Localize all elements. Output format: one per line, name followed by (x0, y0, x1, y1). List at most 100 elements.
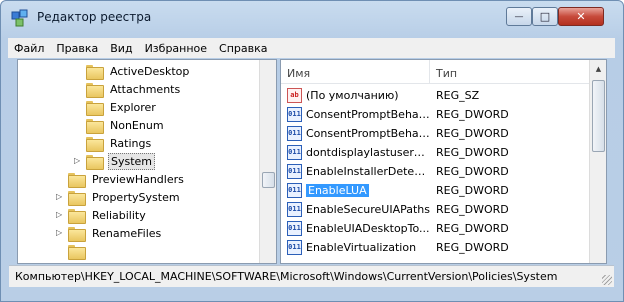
value-type: REG_DWORD (436, 184, 509, 197)
folder-icon (68, 172, 86, 188)
list-item[interactable]: 011 EnableVirtualization REG_DWORD (281, 238, 591, 257)
minimize-icon: — (514, 11, 524, 22)
registry-path: Компьютер\HKEY_LOCAL_MACHINE\SOFTWARE\Mi… (15, 270, 558, 283)
tree-item-label: RenameFiles (92, 226, 162, 240)
list-item[interactable]: 011 ConsentPromptBehav... REG_DWORD (281, 124, 591, 143)
expand-arrow-icon[interactable]: ▷ (56, 210, 62, 219)
resize-grip-icon[interactable] (602, 275, 612, 285)
list-item[interactable]: 011 EnableInstallerDetecti... REG_DWORD (281, 162, 591, 181)
tree-item-selected[interactable]: System (86, 152, 156, 170)
folder-icon (68, 190, 86, 206)
value-type: REG_DWORD (436, 222, 509, 235)
menu-edit[interactable]: Правка (50, 42, 104, 55)
column-header-name[interactable]: Имя (281, 60, 430, 83)
tree-item[interactable]: PreviewHandlers (68, 170, 186, 188)
tree-item[interactable]: PropertySystem (68, 188, 182, 206)
list-item[interactable]: 011 EnableUIADesktopTo... REG_DWORD (281, 219, 591, 238)
menu-bar: Файл Правка Вид Избранное Справка (8, 38, 615, 58)
folder-icon (68, 226, 86, 242)
list-item[interactable]: ab (По умолчанию) REG_SZ (281, 86, 591, 105)
value-name: EnableSecureUIAPaths (306, 203, 431, 216)
folder-icon (86, 154, 104, 170)
value-type: REG_DWORD (436, 127, 509, 140)
tree-item-label: Reliability (92, 208, 146, 222)
tree-scrollbar[interactable] (259, 60, 276, 263)
value-type: REG_DWORD (436, 241, 509, 254)
tree-item-label: Explorer (110, 100, 156, 114)
list-item-selected[interactable]: 011 EnableLUA REG_DWORD (281, 181, 591, 200)
dword-value-icon: 011 (287, 202, 302, 217)
value-name: EnableLUA (306, 184, 369, 197)
tree-item-label: PropertySystem (92, 190, 180, 204)
dword-value-icon: 011 (287, 107, 302, 122)
tree-item[interactable]: Ratings (86, 134, 153, 152)
registry-editor-window: Редактор реестра — □ ✕ Файл Правка Вид И… (0, 0, 624, 302)
dword-value-icon: 011 (287, 240, 302, 255)
tree-item-label: PreviewHandlers (92, 172, 184, 186)
tree-item[interactable]: NonEnum (86, 116, 166, 134)
tree-item-label: System (108, 152, 156, 170)
registry-editor-icon (11, 9, 28, 27)
scrollbar-thumb[interactable] (592, 80, 605, 152)
tree-item[interactable]: Reliability (68, 206, 148, 224)
folder-icon (68, 244, 86, 260)
value-name: ConsentPromptBehav... (306, 108, 431, 121)
window-title: Редактор реестра (37, 10, 152, 24)
value-type: REG_DWORD (436, 108, 509, 121)
tree-item[interactable]: Attachments (86, 80, 182, 98)
maximize-button[interactable]: □ (532, 7, 558, 26)
menu-file[interactable]: Файл (8, 42, 50, 55)
folder-icon (86, 82, 104, 98)
values-scrollbar[interactable]: ▲ (589, 60, 606, 263)
expand-arrow-icon[interactable]: ▷ (56, 192, 62, 201)
list-item[interactable]: 011 dontdisplaylastuserna... REG_DWORD (281, 143, 591, 162)
value-type: REG_SZ (436, 89, 480, 102)
dword-value-icon: 011 (287, 221, 302, 236)
value-name: (По умолчанию) (306, 89, 399, 102)
tree-pane[interactable]: ActiveDesktop Attachments Explorer NonEn… (17, 59, 277, 264)
title-bar[interactable]: Редактор реестра — □ ✕ (1, 1, 623, 33)
value-type: REG_DWORD (436, 146, 509, 159)
tree-item-label: Attachments (110, 82, 181, 96)
scrollbar-thumb[interactable] (262, 172, 275, 188)
value-type: REG_DWORD (436, 165, 509, 178)
maximize-icon: □ (539, 10, 551, 23)
value-name: EnableInstallerDetecti... (306, 165, 431, 178)
tree-item[interactable]: ActiveDesktop (86, 62, 191, 80)
value-name: ConsentPromptBehav... (306, 127, 431, 140)
menu-favorites[interactable]: Избранное (139, 42, 213, 55)
tree-item-label: NonEnum (110, 118, 164, 132)
menu-help[interactable]: Справка (213, 42, 273, 55)
expand-arrow-icon[interactable]: ▷ (74, 156, 80, 165)
value-name: EnableVirtualization (306, 241, 417, 254)
values-pane[interactable]: Имя Тип ab (По умолчанию) REG_SZ 011 Con… (280, 59, 607, 264)
value-type: REG_DWORD (436, 203, 509, 216)
dword-value-icon: 011 (287, 145, 302, 160)
value-name: EnableUIADesktopTo... (306, 222, 430, 235)
tree-item[interactable] (68, 242, 90, 260)
folder-icon (86, 118, 104, 134)
tree-item-label: Ratings (110, 136, 152, 150)
list-item[interactable]: 011 ConsentPromptBehav... REG_DWORD (281, 105, 591, 124)
dword-value-icon: 011 (287, 164, 302, 179)
expand-arrow-icon[interactable]: ▷ (56, 228, 62, 237)
list-header: Имя Тип (281, 60, 591, 84)
menu-view[interactable]: Вид (104, 42, 138, 55)
list-item[interactable]: 011 EnableSecureUIAPaths REG_DWORD (281, 200, 591, 219)
folder-icon (86, 136, 104, 152)
string-value-icon: ab (287, 88, 302, 103)
status-bar: Компьютер\HKEY_LOCAL_MACHINE\SOFTWARE\Mi… (9, 265, 614, 287)
close-icon: ✕ (576, 10, 586, 23)
scroll-up-arrow-icon[interactable]: ▲ (590, 60, 606, 77)
folder-icon (86, 64, 104, 80)
folder-icon (86, 100, 104, 116)
dword-value-icon: 011 (287, 126, 302, 141)
dword-value-icon: 011 (287, 183, 302, 198)
close-button[interactable]: ✕ (558, 7, 604, 26)
tree-item[interactable]: RenameFiles (68, 224, 163, 242)
value-name: dontdisplaylastuserna... (306, 146, 431, 159)
column-header-type[interactable]: Тип (430, 60, 591, 83)
tree-item[interactable]: Explorer (86, 98, 158, 116)
tree-item-label: ActiveDesktop (110, 64, 190, 78)
minimize-button[interactable]: — (506, 7, 532, 26)
